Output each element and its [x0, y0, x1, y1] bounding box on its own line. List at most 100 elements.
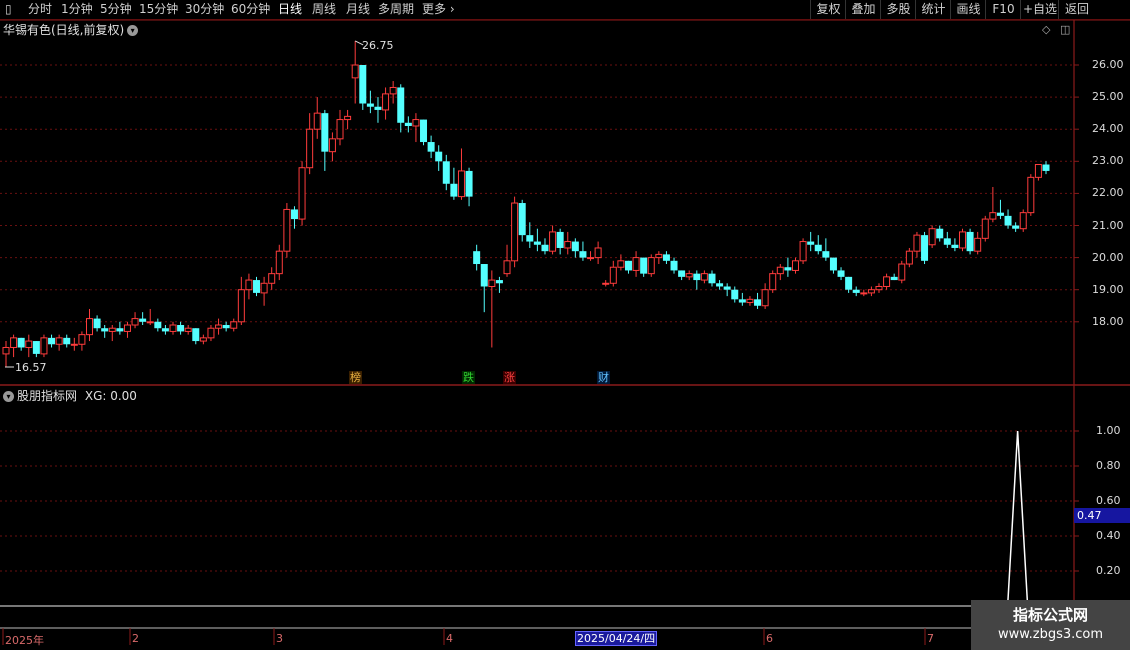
candle-body: [116, 328, 124, 332]
candle-body: [541, 244, 549, 252]
candle-body: [488, 279, 496, 287]
candle-body: [776, 266, 784, 275]
candle-body: [571, 241, 579, 252]
watermark-url: www.zbgs3.com: [997, 627, 1104, 642]
candle-body: [139, 318, 147, 322]
candle-body: [981, 218, 989, 239]
candle-body: [731, 289, 739, 300]
indicator-tick-label: 0.40: [1096, 529, 1121, 542]
price-tick-label: 23.00: [1092, 154, 1124, 168]
candle-body: [101, 328, 109, 332]
candle-body: [829, 257, 837, 271]
candle-body: [78, 334, 86, 345]
candle-body: [974, 237, 982, 252]
candle-body: [161, 328, 169, 332]
candle-body: [55, 337, 63, 345]
candle-body: [290, 209, 298, 220]
low-price-label: 16.57: [15, 361, 47, 374]
indicator-tick-label: 0.80: [1096, 459, 1121, 472]
date-label: 7: [927, 632, 934, 645]
candle-body: [63, 337, 71, 345]
event-marker-0[interactable]: 榜: [349, 371, 362, 384]
candle-body: [602, 282, 610, 285]
candle-body: [533, 241, 541, 245]
candle-body: [313, 112, 321, 130]
candle-body: [564, 241, 572, 249]
current-value-badge: 0.47: [1074, 508, 1130, 523]
price-tick-label: 19.00: [1092, 282, 1124, 296]
candle-body: [860, 292, 868, 295]
candle-body: [670, 260, 678, 271]
candle-body: [579, 251, 587, 258]
candle-body: [2, 346, 10, 355]
event-marker-1[interactable]: 跌: [462, 371, 475, 384]
candle-body: [822, 251, 830, 258]
watermark: 指标公式网 www.zbgs3.com: [971, 600, 1130, 650]
candle-body: [723, 286, 731, 290]
candle-body: [693, 273, 701, 281]
candle-body: [989, 212, 997, 220]
candle-body: [708, 273, 716, 284]
candle-body: [169, 324, 177, 332]
candle-body: [222, 325, 230, 329]
candle-body: [852, 289, 860, 293]
candle-body: [328, 138, 336, 153]
candle-body: [382, 93, 390, 111]
window-toggle-icon[interactable]: ◫: [1060, 23, 1070, 36]
candle-body: [374, 106, 382, 110]
candle-body: [427, 142, 435, 152]
price-tick-label: 18.00: [1092, 314, 1124, 328]
candle-body: [845, 276, 853, 290]
candle-body: [700, 273, 708, 281]
candle-body: [1034, 164, 1042, 178]
candle-body: [480, 264, 488, 287]
candle-body: [518, 203, 526, 236]
candle-body: [746, 298, 754, 304]
candle-body: [397, 87, 405, 123]
price-tick-label: 26.00: [1092, 58, 1124, 71]
candle-body: [996, 212, 1004, 216]
candle-body: [389, 86, 397, 95]
candle-body: [678, 270, 686, 277]
candle-body: [283, 208, 291, 252]
diamond-icon[interactable]: ◇: [1042, 23, 1050, 36]
candle-body: [837, 270, 845, 277]
candle-body: [1042, 164, 1050, 171]
candle-body: [905, 250, 913, 265]
candle-body: [93, 318, 101, 329]
event-marker-2[interactable]: 涨: [503, 371, 516, 384]
selected-date: 2025/04/24/四: [575, 631, 658, 646]
date-label: 2025年: [5, 634, 44, 647]
indicator-name: 股朋指标网: [17, 389, 78, 403]
date-label: 3: [276, 632, 283, 645]
chevron-down-icon[interactable]: ▾: [127, 25, 139, 36]
candle-body: [108, 327, 116, 332]
kline-chart[interactable]: [0, 0, 1130, 650]
candle-body: [465, 170, 473, 197]
chevron-down-icon[interactable]: ▾: [3, 391, 14, 402]
candle-body: [177, 325, 185, 332]
candle-body: [1019, 212, 1027, 230]
candle-body: [420, 119, 428, 143]
indicator-tick-label: 0.60: [1096, 494, 1121, 507]
candle-body: [647, 257, 655, 275]
price-tick-label: 20.00: [1092, 250, 1124, 264]
candle-body: [958, 231, 966, 249]
candle-body: [230, 321, 238, 329]
candle-body: [351, 64, 359, 79]
stock-title: 华锡有色(日线,前复权): [3, 23, 125, 37]
indicator-tick-label: 1.00: [1096, 424, 1121, 437]
candle-body: [814, 244, 822, 252]
candle-body: [754, 299, 762, 306]
candle-body: [799, 241, 807, 262]
candle-body: [662, 254, 670, 261]
candle-body: [761, 289, 769, 307]
event-marker-3[interactable]: 财: [597, 371, 610, 384]
candle-body: [921, 235, 929, 261]
candle-body: [875, 285, 883, 291]
indicator-tick-label: 0.20: [1096, 564, 1121, 577]
candle-body: [123, 324, 131, 332]
candle-body: [655, 253, 663, 259]
candle-body: [898, 263, 906, 281]
candle-body: [769, 273, 777, 291]
